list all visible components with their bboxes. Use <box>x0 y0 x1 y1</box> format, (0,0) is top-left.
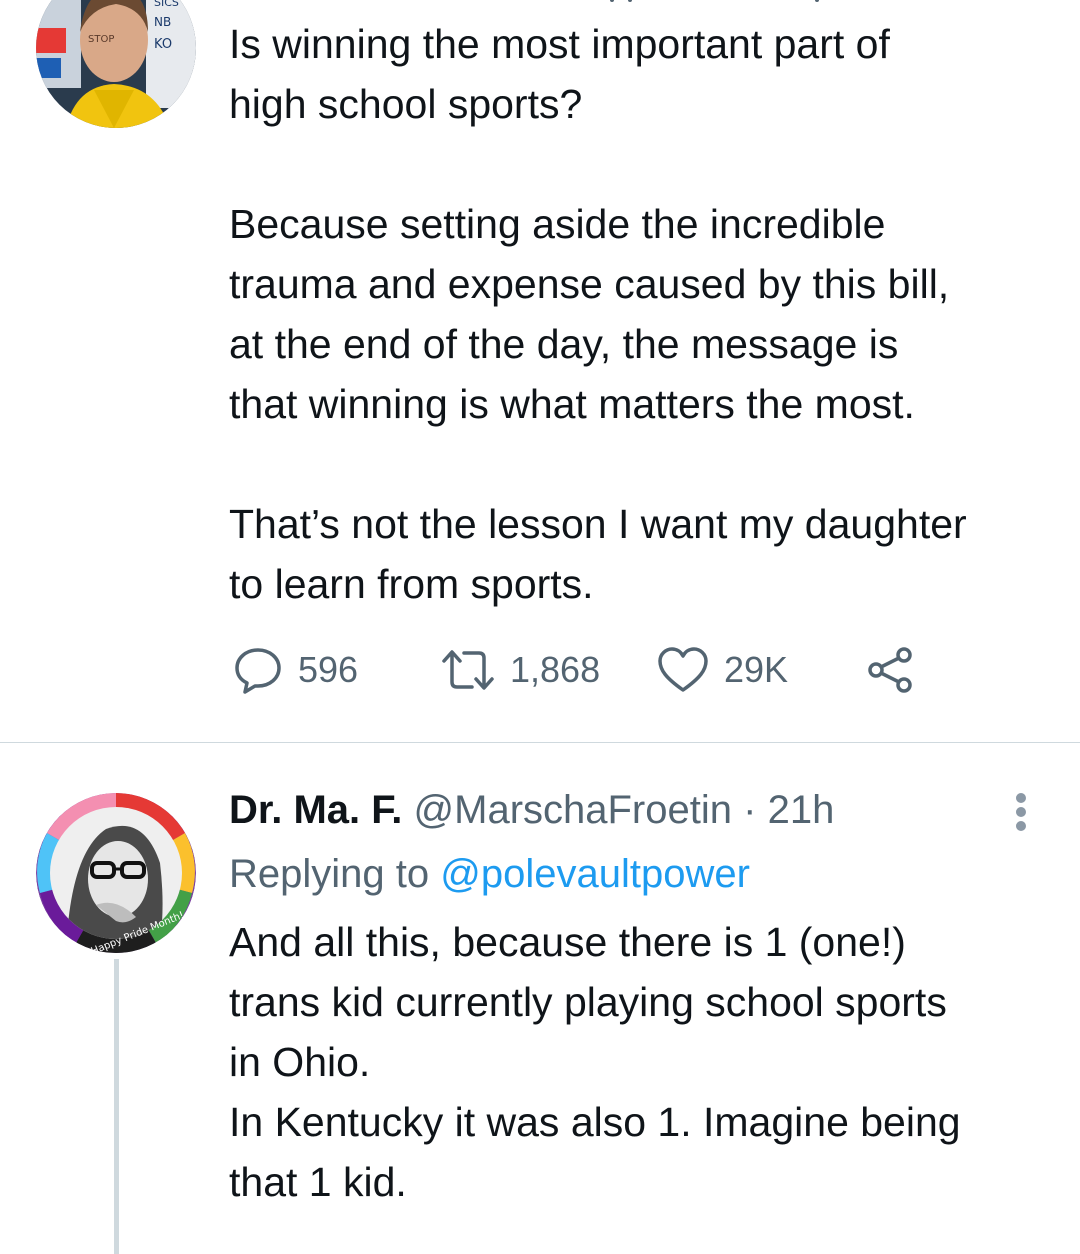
user-handle[interactable]: @MarschaFroetin <box>414 788 732 832</box>
svg-text:KO: KO <box>154 37 172 52</box>
reply-button[interactable]: 596 <box>232 640 358 700</box>
svg-text:NB: NB <box>154 15 171 29</box>
tweet-text: Is winning the most important part of hi… <box>229 21 967 607</box>
tweet-actions: 596 1,868 29K <box>232 640 952 700</box>
share-icon <box>868 647 912 693</box>
like-count: 29K <box>724 649 789 690</box>
timestamp[interactable]: 21h <box>768 788 835 832</box>
svg-text:SICS: SICS <box>154 0 179 9</box>
separator: · <box>743 788 757 832</box>
athlete-photo-icon: SICS NB KO STOP <box>36 0 196 128</box>
share-button[interactable] <box>864 640 916 700</box>
replying-prefix: Replying to <box>229 852 430 896</box>
reply-count: 596 <box>298 649 359 690</box>
like-button[interactable]: 29K <box>656 640 788 700</box>
retweet-count: 1,868 <box>510 649 601 690</box>
previous-content-fragment <box>560 0 840 4</box>
avatar[interactable]: SICS NB KO STOP <box>36 0 196 128</box>
more-options-icon[interactable] <box>1010 789 1032 831</box>
retweet-button[interactable]: 1,868 <box>440 640 600 700</box>
display-name[interactable]: Dr. Ma. F. <box>229 788 402 832</box>
tweet-text: And all this, because there is 1 (one!) … <box>229 919 961 1205</box>
tweet-header: Dr. Ma. F. @MarschaFroetin · 21h <box>229 785 834 835</box>
replying-to-link[interactable]: @polevaultpower <box>440 852 750 896</box>
tweet[interactable]: Happy Pride Month! Dr. Ma. F. @MarschaFr… <box>0 743 1080 1254</box>
avatar[interactable]: Happy Pride Month! <box>36 793 196 953</box>
reply-icon <box>235 648 281 694</box>
retweet-icon <box>442 650 494 690</box>
thread-line <box>114 959 119 1254</box>
tweet[interactable]: SICS NB KO STOP Is winning the most impo… <box>0 0 1080 742</box>
heart-icon <box>658 647 708 692</box>
replying-to: Replying to @polevaultpower <box>229 849 750 899</box>
svg-text:STOP: STOP <box>88 34 114 45</box>
profile-photo-icon: Happy Pride Month! <box>36 793 196 953</box>
